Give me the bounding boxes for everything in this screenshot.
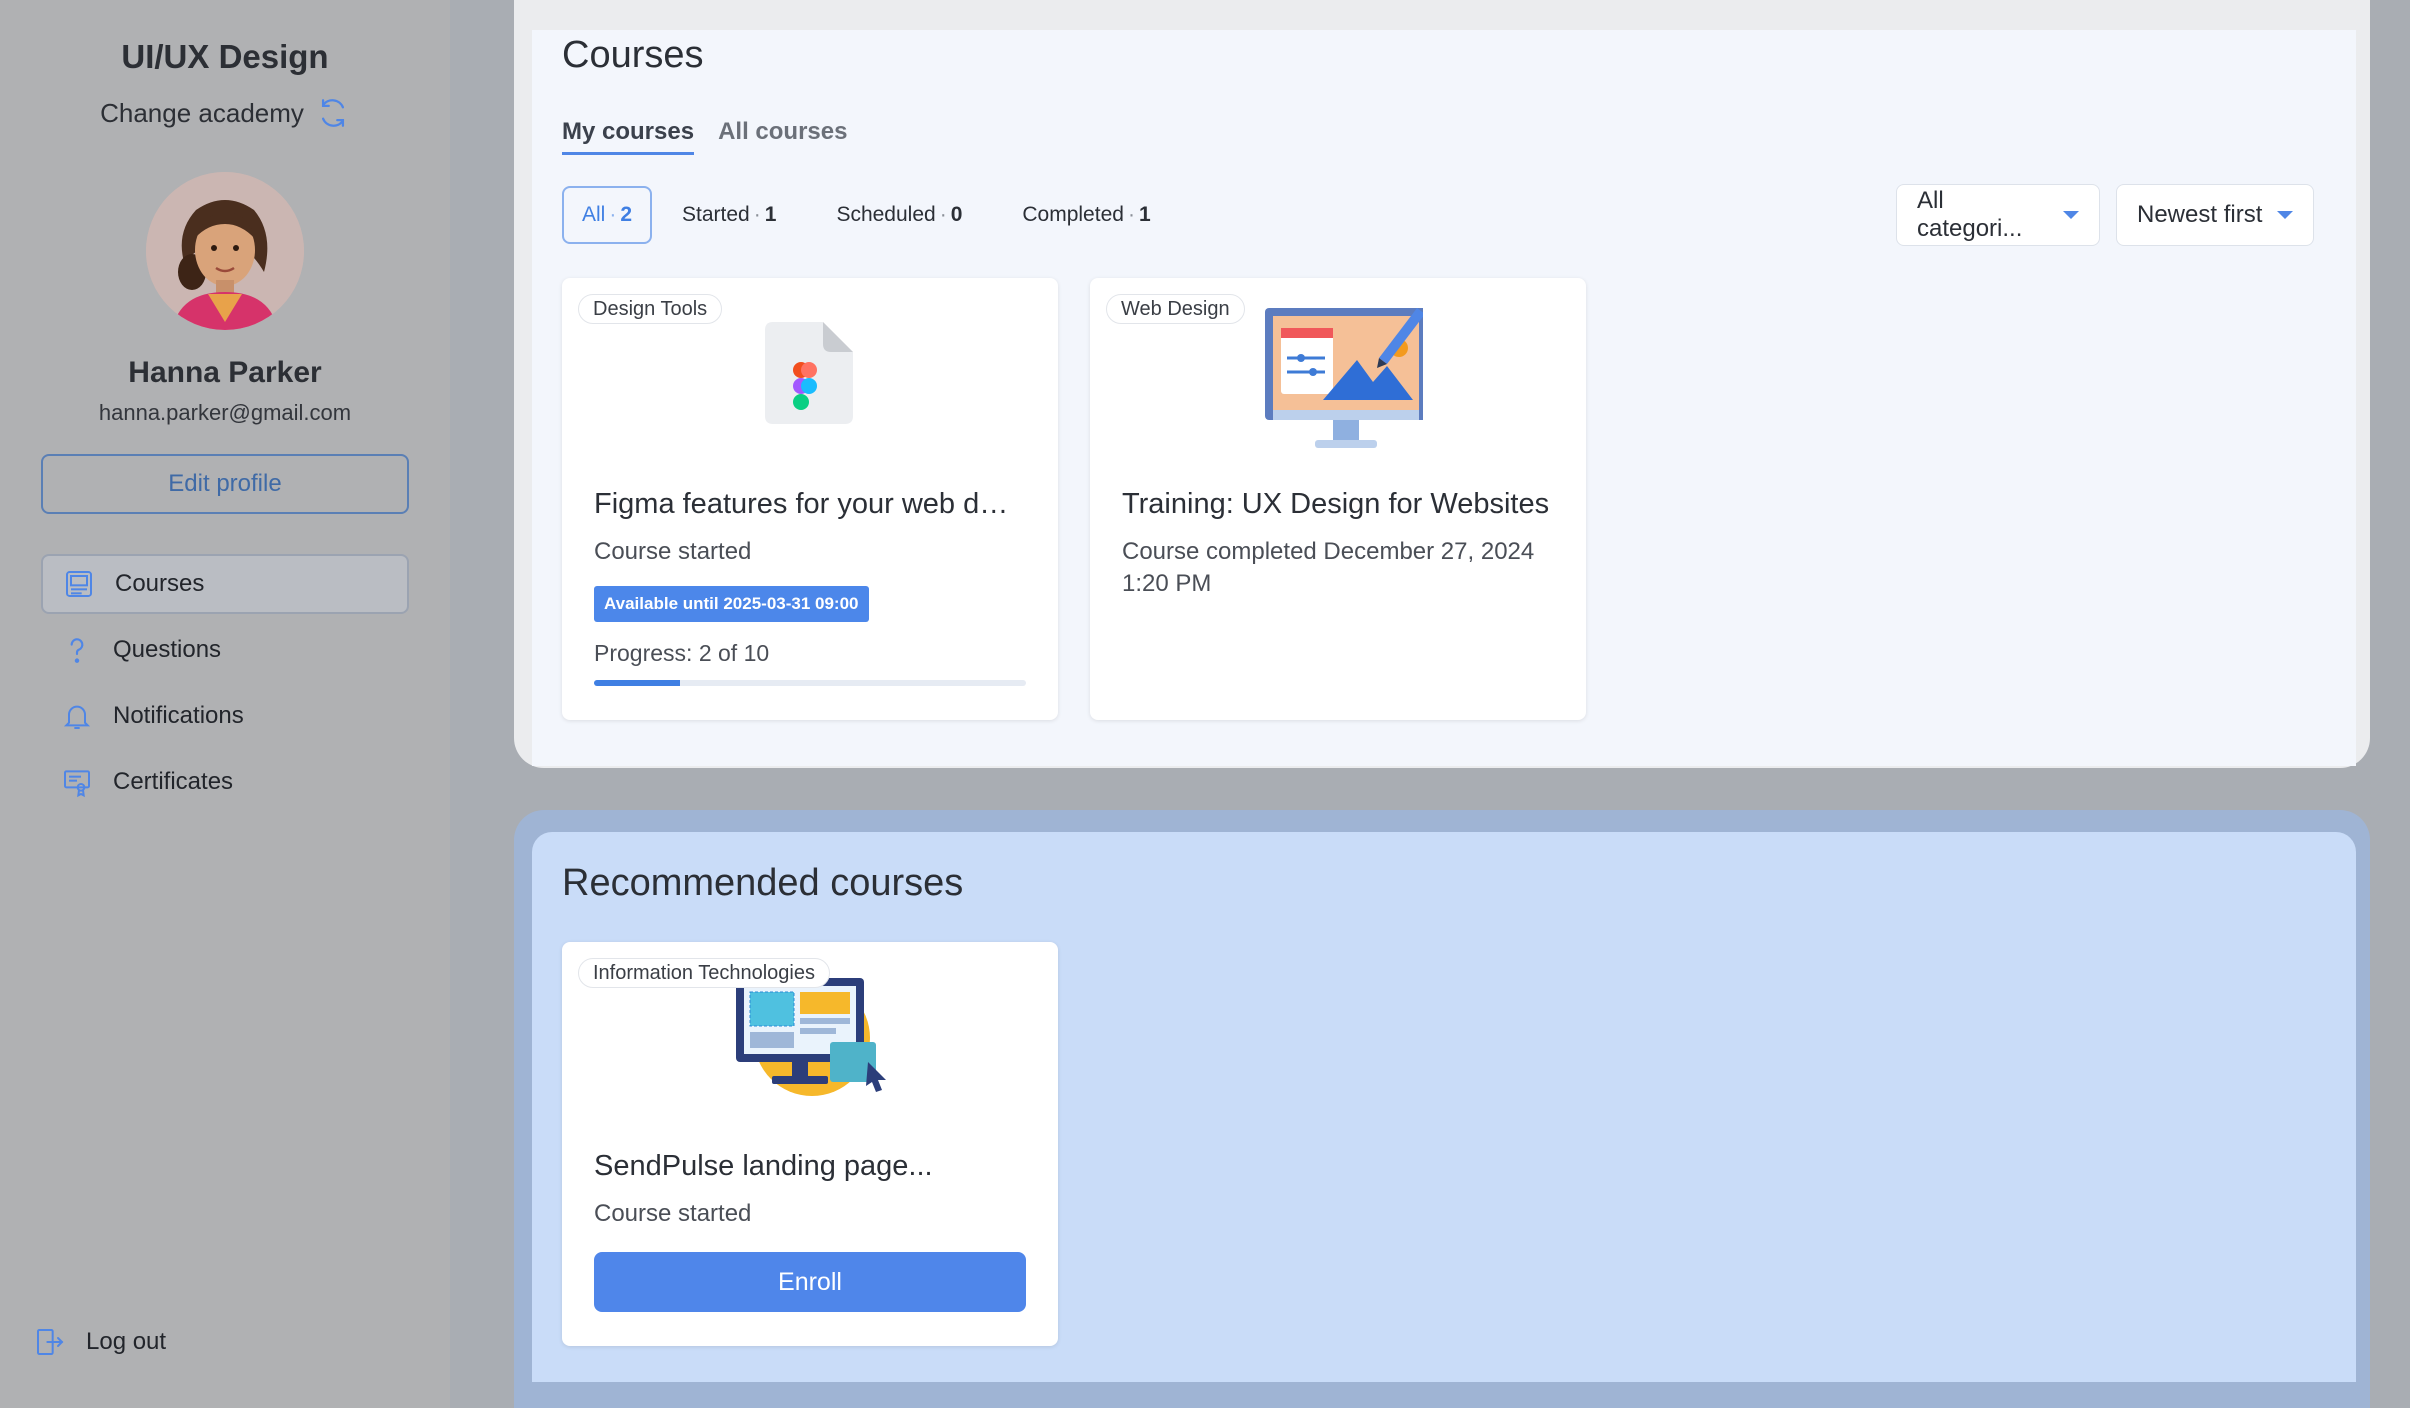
logout-icon — [37, 1329, 64, 1355]
course-status: Course started — [594, 538, 752, 565]
sidebar-nav: Courses Questions Notifications Certific… — [41, 554, 409, 812]
category-select[interactable]: All categori... — [1896, 184, 2100, 246]
course-title: Training: UX Design for Websites — [1122, 488, 1550, 520]
logout-label: Log out — [86, 1328, 167, 1355]
bell-icon — [63, 705, 91, 729]
user-name: Hanna Parker — [128, 356, 322, 389]
recommended-title: Recommended courses — [562, 862, 964, 904]
sidebar-item-label: Questions — [113, 636, 222, 663]
category-badge: Design Tools — [578, 294, 723, 324]
course-title: SendPulse landing page... — [594, 1150, 933, 1182]
filter-scheduled[interactable]: Scheduled · 0 — [806, 186, 992, 244]
course-card-figma[interactable]: Design Tools Figma features for your web… — [562, 278, 1058, 720]
course-title: Figma features for your web design — [594, 488, 1024, 520]
sidebar-item-questions[interactable]: Questions — [41, 620, 409, 680]
filter-count: 1 — [764, 203, 777, 226]
course-status-time: 1:20 PM — [1122, 570, 1212, 597]
category-select-value: All categori... — [1917, 187, 2023, 242]
sidebar-item-label: Certificates — [113, 768, 234, 795]
course-status: Course started — [594, 1200, 752, 1227]
filter-started[interactable]: Started · 1 — [652, 186, 806, 244]
progress-fill — [594, 680, 681, 686]
category-badge: Web Design — [1106, 294, 1245, 324]
progress-label: Progress: 2 of 10 — [594, 640, 770, 666]
category-badge: Information Technologies — [578, 958, 830, 988]
sidebar-item-label: Notifications — [113, 702, 244, 729]
page-title: Courses — [562, 34, 704, 76]
filter-label: Scheduled — [836, 203, 936, 226]
courses-icon — [66, 571, 92, 597]
tab-all-courses[interactable]: All courses — [718, 118, 847, 155]
monitor-design-icon — [1265, 308, 1423, 448]
certificate-icon — [64, 770, 90, 798]
course-status: Course completed December 27, 2024 — [1122, 538, 1535, 565]
sidebar-item-notifications[interactable]: Notifications — [41, 686, 409, 746]
progress-bar — [594, 680, 1026, 686]
sort-select[interactable]: Newest first — [2116, 184, 2314, 246]
change-academy-label: Change academy — [100, 97, 304, 128]
tab-my-courses[interactable]: My courses — [562, 118, 695, 155]
change-academy-button[interactable]: Change academy — [100, 96, 350, 130]
status-filters: All · 2 Started · 1 Scheduled · 0 Completed · 1 — [562, 186, 1181, 244]
figma-file-icon — [765, 322, 853, 424]
chevron-down-icon — [2277, 211, 2293, 219]
chevron-down-icon — [2063, 211, 2079, 219]
edit-profile-button[interactable]: Edit profile — [41, 454, 409, 514]
question-icon — [70, 638, 84, 663]
refresh-icon — [321, 99, 344, 127]
filter-completed[interactable]: Completed · 1 — [992, 186, 1180, 244]
sort-select-value: Newest first — [2137, 201, 2263, 228]
logout-button[interactable]: Log out — [34, 1326, 166, 1358]
course-card-sendpulse[interactable]: Information Technologies SendPulse landi… — [562, 942, 1058, 1346]
filter-label: Started — [682, 203, 750, 226]
academy-title: UI/UX Design — [121, 38, 329, 75]
filter-count: 0 — [950, 203, 963, 226]
user-email: hanna.parker@gmail.com — [98, 400, 352, 425]
filter-count: 2 — [620, 203, 633, 226]
course-tabs: My courses All courses — [562, 118, 847, 155]
sidebar: UI/UX Design Change academy Hanna Parker… — [0, 0, 450, 1408]
enroll-button[interactable]: Enroll — [594, 1252, 1026, 1312]
filter-all[interactable]: All · 2 — [562, 186, 653, 244]
avatar — [146, 172, 304, 330]
sidebar-item-certificates[interactable]: Certificates — [41, 752, 409, 812]
filter-label: All — [582, 203, 606, 226]
filter-label: Completed — [1022, 203, 1124, 226]
course-card-ux-training[interactable]: Web Design Training: UX Design for Websi… — [1090, 278, 1586, 720]
sidebar-item-label: Courses — [115, 570, 205, 597]
sidebar-item-courses[interactable]: Courses — [41, 554, 409, 614]
filter-count: 1 — [1138, 203, 1151, 226]
availability-badge: Available until 2025-03-31 09:00 — [594, 586, 869, 622]
